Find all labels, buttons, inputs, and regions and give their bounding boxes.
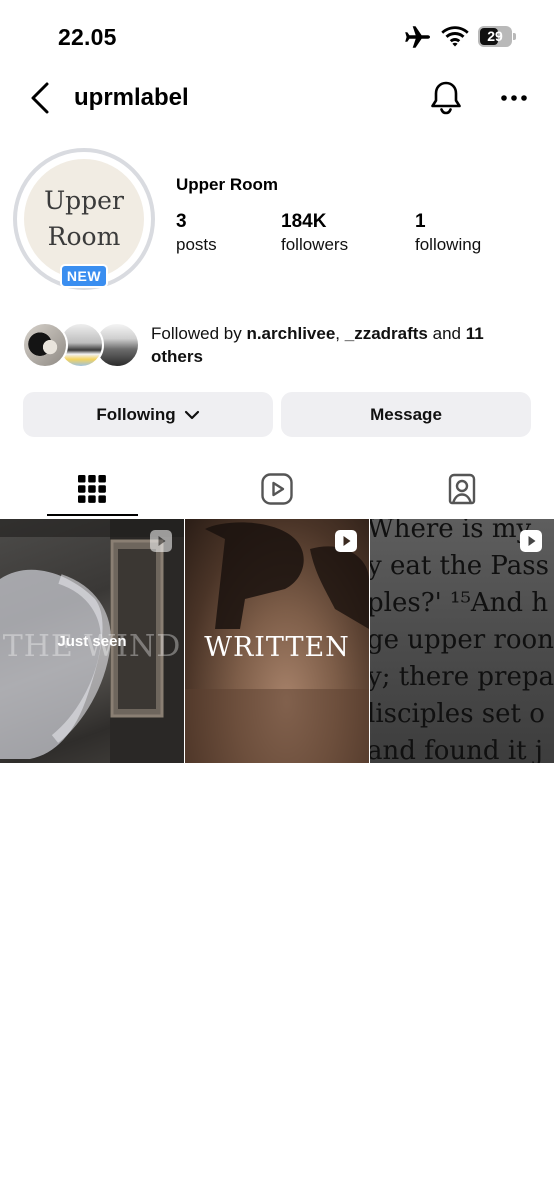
following-button-label: Following <box>96 404 176 424</box>
profile-header: uprmlabel <box>0 72 554 128</box>
avatar[interactable]: Upper Room <box>24 159 144 279</box>
mutual-follower-avatar[interactable] <box>22 322 68 368</box>
stat-posts-value: 3 <box>176 211 187 232</box>
followed-by-text[interactable]: Followed by n.archlivee, _zzadrafts and … <box>151 322 531 368</box>
reel-badge-icon <box>520 530 542 552</box>
reel-badge-icon <box>335 530 357 552</box>
more-icon[interactable] <box>496 84 532 112</box>
battery-level: 29 <box>487 28 503 44</box>
wifi-icon <box>441 26 469 47</box>
tab-grid[interactable] <box>0 462 184 516</box>
stat-followers[interactable]: 184K followers <box>281 211 348 255</box>
stat-followers-value: 184K <box>281 211 327 232</box>
reel-badge-icon <box>150 530 172 552</box>
stat-posts-label: posts <box>176 235 217 254</box>
back-arrow-icon[interactable] <box>22 80 58 116</box>
stat-posts[interactable]: 3 posts <box>176 211 217 255</box>
stat-following[interactable]: 1 following <box>415 211 481 255</box>
tagged-icon <box>448 473 476 505</box>
post-tile-1[interactable]: THE WIND Just seen <box>0 519 184 763</box>
status-bar: 22.05 29 <box>0 0 554 72</box>
following-button[interactable]: Following <box>23 392 273 437</box>
tab-tagged[interactable] <box>370 462 554 516</box>
tab-reels[interactable] <box>185 462 369 516</box>
new-story-badge: NEW <box>60 264 108 288</box>
mutual-follower-link[interactable]: n.archlivee <box>246 324 335 343</box>
post-tile-3[interactable]: Where is my y eat the Pass ples?' ¹⁵And … <box>370 519 554 763</box>
status-time: 22.05 <box>58 24 117 50</box>
avatar-logo-line2: Room <box>47 222 121 251</box>
mutual-follower-link[interactable]: _zzadrafts <box>345 324 428 343</box>
profile-username: uprmlabel <box>74 84 189 111</box>
battery-icon: 29 <box>478 26 516 47</box>
post-3-text: Where is my y eat the Pass ples?' ¹⁵And … <box>370 519 554 763</box>
post-tile-2[interactable]: WRITTEN <box>185 519 369 763</box>
airplane-icon <box>405 26 430 48</box>
stat-following-label: following <box>415 235 482 254</box>
post-1-status: Just seen <box>57 633 127 650</box>
display-name: Upper Room <box>176 175 278 194</box>
chevron-down-icon <box>184 410 199 419</box>
post-2-title: WRITTEN <box>204 632 350 663</box>
active-tab-indicator <box>47 514 138 516</box>
avatar-logo-line1: Upper <box>44 186 124 215</box>
message-button[interactable]: Message <box>281 392 531 437</box>
reels-icon <box>261 473 293 505</box>
bell-icon[interactable] <box>426 78 466 118</box>
stat-followers-label: followers <box>281 235 349 254</box>
message-button-label: Message <box>370 404 442 424</box>
stat-following-value: 1 <box>415 211 426 232</box>
grid-icon <box>78 475 106 503</box>
